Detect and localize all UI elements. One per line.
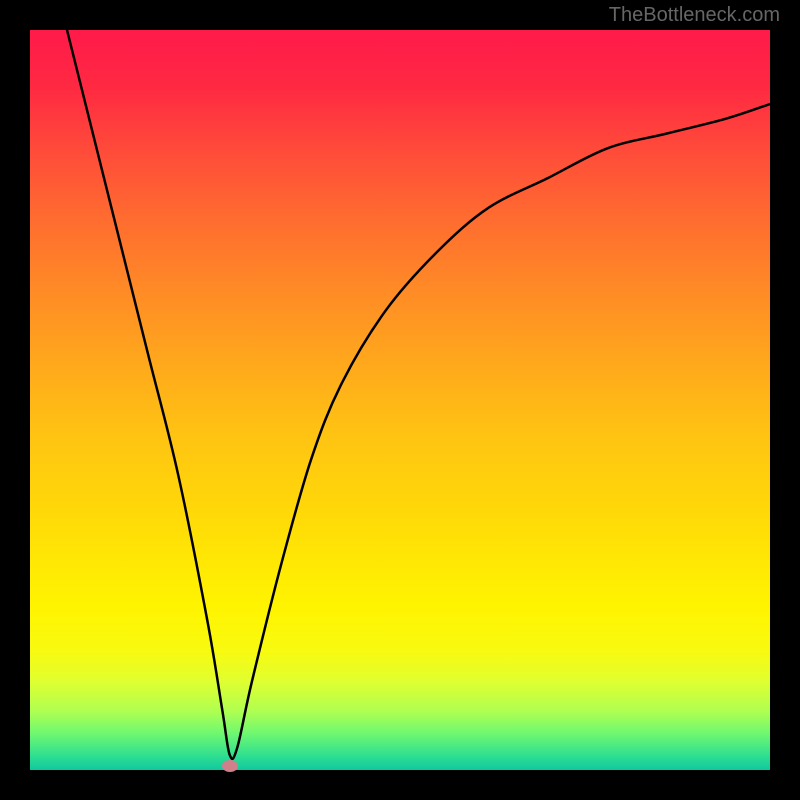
chart-plot-area [30, 30, 770, 770]
minimum-marker [222, 760, 238, 772]
chart-curve-svg [30, 30, 770, 770]
bottleneck-curve [67, 30, 770, 759]
watermark-text: TheBottleneck.com [609, 4, 780, 27]
